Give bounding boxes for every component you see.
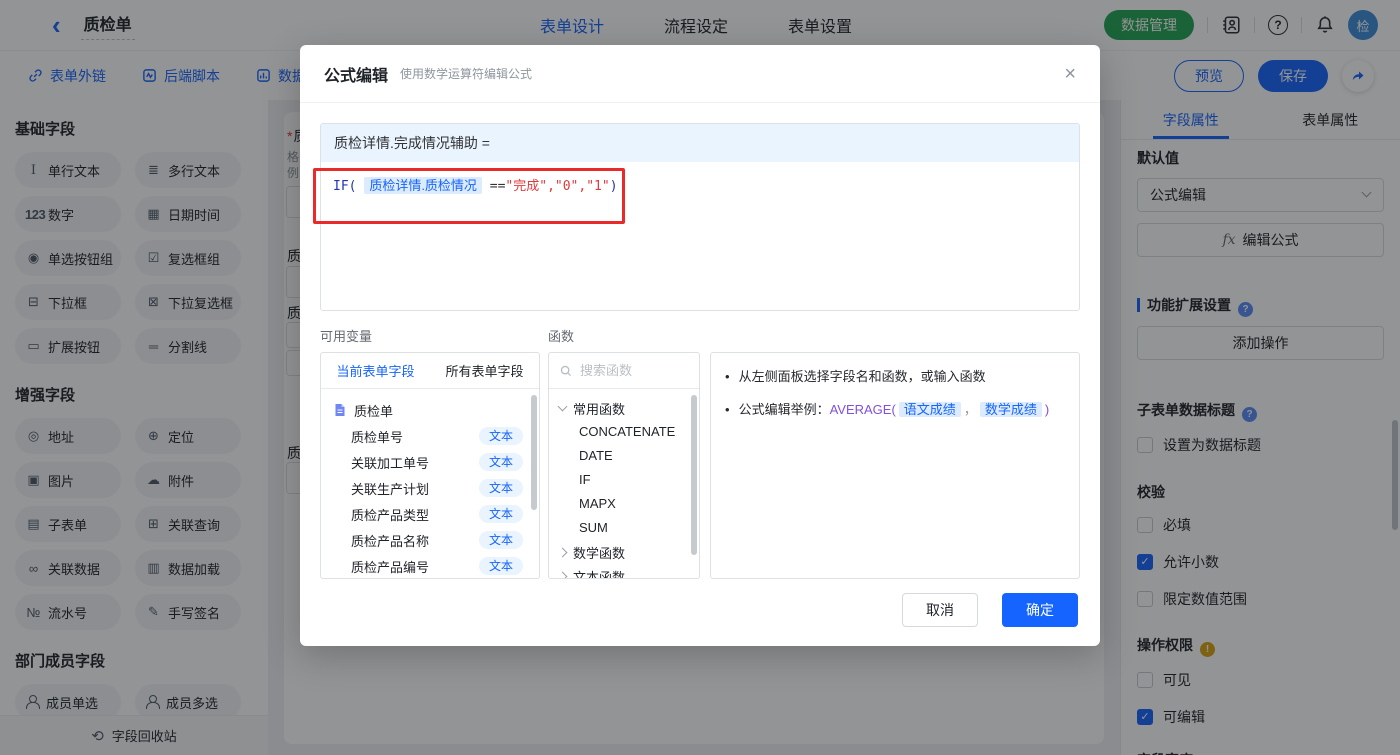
tip-line-1: • 从左侧面板选择字段名和函数，或输入函数 <box>725 367 1065 387</box>
example-field-token: 语文成绩 <box>898 402 961 417</box>
function-search <box>549 353 699 389</box>
variables-label: 可用变量 <box>320 329 373 344</box>
example-field-token: 数学成绩 <box>979 402 1042 417</box>
formula-string-args: "完成","0","1" <box>505 179 610 194</box>
functions-panel: 常用函数 CONCATENATE DATE IF MAPX SUM 数学函数 文… <box>548 352 700 579</box>
type-badge: 文本 <box>478 557 523 575</box>
function-item-sum[interactable]: SUM <box>549 516 699 540</box>
type-badge: 文本 <box>478 427 523 445</box>
function-item-mapx[interactable]: MAPX <box>549 492 699 516</box>
search-icon <box>560 365 572 376</box>
type-badge: 文本 <box>478 531 523 549</box>
type-badge: 文本 <box>478 479 523 497</box>
formula-field-token[interactable]: 质检详情.质检情况 <box>364 177 482 194</box>
variables-panel: 当前表单字段 所有表单字段 质检单 质检单号 文本 关联加工单号 文本 关联生产计划… <box>320 352 540 579</box>
chevron-right-icon <box>557 547 568 557</box>
tips-panel: • 从左侧面板选择字段名和函数，或输入函数 • 公式编辑举例：AVERAGE(语… <box>710 352 1080 579</box>
formula-editor-modal: 公式编辑 使用数学运算符编辑公式 × 质检详情.完成情况辅助 = IF( 质检详… <box>300 45 1100 646</box>
variable-row[interactable]: 关联加工单号 文本 <box>321 449 539 475</box>
type-badge: 文本 <box>478 505 523 523</box>
example-function: AVERAGE( <box>829 402 896 417</box>
modal-header: 公式编辑 使用数学运算符编辑公式 × <box>300 45 1100 103</box>
bullet: • <box>725 402 730 417</box>
variable-row[interactable]: 质检单号 文本 <box>321 423 539 449</box>
formula-target-line: 质检详情.完成情况辅助 = <box>321 124 1079 162</box>
formula-editor-box: 质检详情.完成情况辅助 = IF( 质检详情.质检情况 =="完成","0","… <box>320 123 1080 311</box>
variable-row[interactable]: 质检产品名称 文本 <box>321 527 539 553</box>
close-icon[interactable]: × <box>1064 64 1076 84</box>
tip-line-2: • 公式编辑举例：AVERAGE(语文成绩，数学成绩) <box>725 400 1065 420</box>
modal-title: 公式编辑 <box>324 67 389 85</box>
formula-close-paren: ) <box>609 179 618 194</box>
group-math-functions[interactable]: 数学函数 <box>549 540 699 564</box>
functions-tree: 常用函数 CONCATENATE DATE IF MAPX SUM 数学函数 文… <box>549 389 699 578</box>
document-icon <box>335 404 345 416</box>
formula-operator: == <box>489 179 506 194</box>
function-item-date[interactable]: DATE <box>549 444 699 468</box>
scrollbar-thumb[interactable] <box>531 395 537 510</box>
bullet: • <box>725 369 730 384</box>
chevron-down-icon <box>557 401 568 411</box>
functions-label: 函数 <box>548 329 575 344</box>
panel-labels: 可用变量 函数 <box>320 326 1080 345</box>
type-badge: 文本 <box>478 453 523 471</box>
cancel-button[interactable]: 取消 <box>902 593 978 627</box>
app-root: ‹ 质检单 表单设计 流程设定 表单设置 数据管理 ? 检 表单外链 后端脚本 … <box>0 0 1400 755</box>
function-search-input[interactable] <box>580 363 680 378</box>
modal-subtitle: 使用数学运算符编辑公式 <box>400 67 533 81</box>
variables-tree: 质检单 质检单号 文本 关联加工单号 文本 关联生产计划 文本 质检产品类型 文本 质检… <box>321 389 539 578</box>
tab-current-form-fields[interactable]: 当前表单字段 <box>321 361 430 380</box>
tree-root-form[interactable]: 质检单 <box>321 397 539 423</box>
modal-footer: 取消 确定 <box>300 574 1100 646</box>
tab-all-form-fields[interactable]: 所有表单字段 <box>430 361 539 380</box>
confirm-button[interactable]: 确定 <box>1002 593 1078 627</box>
variables-tabs: 当前表单字段 所有表单字段 <box>321 353 539 389</box>
variable-row[interactable]: 关联生产计划 文本 <box>321 475 539 501</box>
modal-panels: 当前表单字段 所有表单字段 质检单 质检单号 文本 关联加工单号 文本 关联生产计划… <box>320 352 1080 579</box>
function-item-concatenate[interactable]: CONCATENATE <box>549 420 699 444</box>
function-item-if[interactable]: IF <box>549 468 699 492</box>
formula-function: IF( <box>333 179 357 194</box>
group-common-functions[interactable]: 常用函数 <box>549 396 699 420</box>
variable-row[interactable]: 质检产品类型 文本 <box>321 501 539 527</box>
scrollbar-thumb[interactable] <box>691 395 697 555</box>
formula-code-editor[interactable]: IF( 质检详情.质检情况 =="完成","0","1") <box>321 162 1079 310</box>
